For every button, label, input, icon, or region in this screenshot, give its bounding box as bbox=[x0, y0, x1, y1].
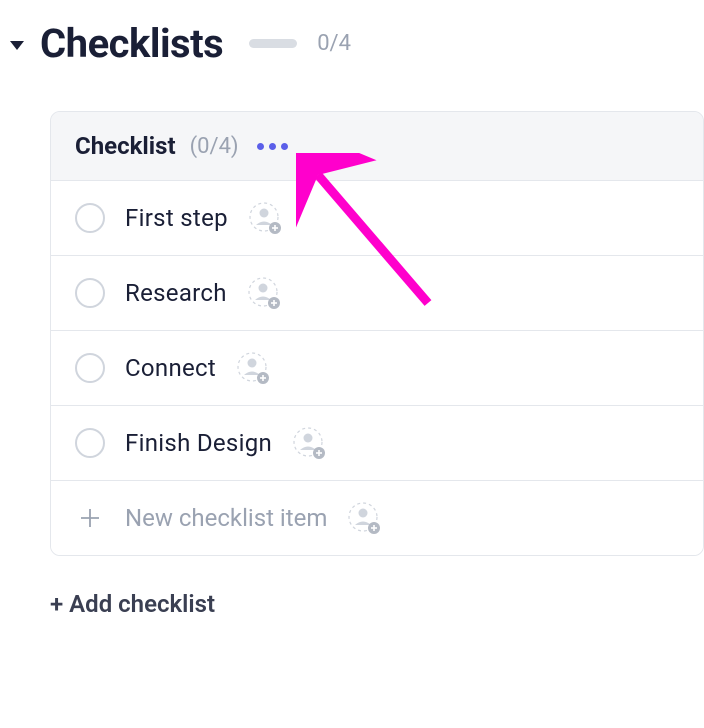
checklist-header: Checklist (0/4) bbox=[51, 112, 703, 181]
checklist-item-label: Finish Design bbox=[125, 429, 272, 457]
assign-user-button[interactable] bbox=[248, 201, 282, 235]
checklist-item-row[interactable]: Connect bbox=[51, 331, 703, 406]
progress-count: 0/4 bbox=[317, 31, 351, 56]
caret-down-icon[interactable] bbox=[10, 41, 24, 50]
add-user-icon bbox=[248, 201, 282, 235]
more-icon bbox=[281, 143, 288, 150]
assign-user-button[interactable] bbox=[236, 351, 270, 385]
checklist-item-label: Research bbox=[125, 279, 227, 307]
checkbox-circle[interactable] bbox=[75, 353, 105, 383]
checklist-item-label: Connect bbox=[125, 354, 216, 382]
more-icon bbox=[257, 143, 264, 150]
checklist-title: Checklist bbox=[75, 132, 176, 160]
add-user-icon bbox=[292, 426, 326, 460]
add-user-icon bbox=[247, 276, 281, 310]
add-checklist-button[interactable]: + Add checklist bbox=[50, 590, 704, 618]
new-item-placeholder: New checklist item bbox=[125, 504, 327, 532]
checklist-item-row[interactable]: Research bbox=[51, 256, 703, 331]
checklist-count: (0/4) bbox=[190, 134, 239, 159]
progress-bar bbox=[249, 39, 297, 48]
checkbox-circle[interactable] bbox=[75, 203, 105, 233]
checklist-item-row[interactable]: Finish Design bbox=[51, 406, 703, 481]
more-icon bbox=[269, 143, 276, 150]
checklist-item-label: First step bbox=[125, 204, 228, 232]
plus-icon[interactable] bbox=[75, 503, 105, 533]
checkbox-circle[interactable] bbox=[75, 278, 105, 308]
assign-user-button[interactable] bbox=[292, 426, 326, 460]
more-options-button[interactable] bbox=[253, 139, 292, 154]
section-title: Checklists bbox=[40, 20, 223, 67]
add-user-icon bbox=[236, 351, 270, 385]
checklist-card: Checklist (0/4) First step Research bbox=[50, 111, 704, 556]
add-user-icon bbox=[347, 501, 381, 535]
checklist-item-row[interactable]: First step bbox=[51, 181, 703, 256]
assign-user-button[interactable] bbox=[347, 501, 381, 535]
assign-user-button[interactable] bbox=[247, 276, 281, 310]
section-header: Checklists 0/4 bbox=[0, 0, 704, 67]
new-checklist-item-row[interactable]: New checklist item bbox=[51, 481, 703, 555]
checkbox-circle[interactable] bbox=[75, 428, 105, 458]
